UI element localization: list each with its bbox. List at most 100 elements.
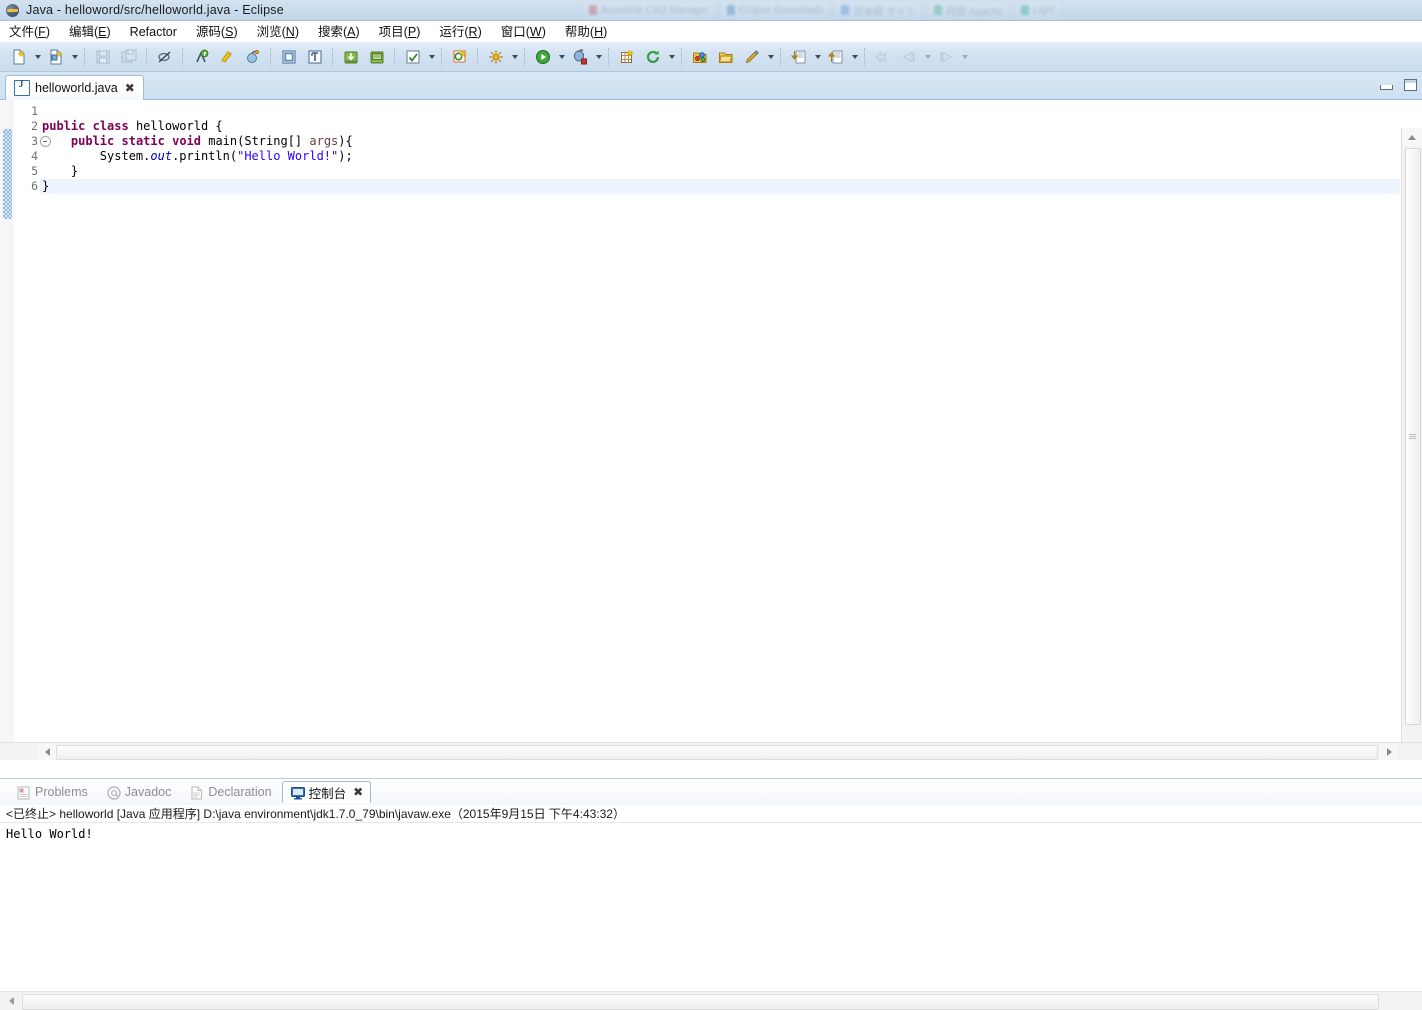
new-annotation-icon[interactable] [448,45,472,69]
menu-search[interactable]: 搜索(A) [309,22,370,42]
toolbar-separator [780,48,782,66]
refresh-dropdown-arrow[interactable] [666,46,677,68]
main-toolbar [0,43,1422,72]
console-horizontal-scrollbar[interactable] [0,991,1422,1010]
build-all-icon[interactable] [215,45,239,69]
scroll-up-arrow-icon[interactable] [1402,128,1422,146]
code-token: .println( [172,149,238,163]
code-line-5: } [40,164,1400,179]
code-viewport[interactable]: 1 2 3 4 5 6 public class helloworld { pu… [0,100,1422,760]
minimize-icon[interactable] [1378,76,1394,92]
check-dropdown-arrow[interactable] [426,46,437,68]
export-icon[interactable] [365,45,389,69]
editor-vertical-scrollbar[interactable] [1401,128,1422,760]
debug-icon[interactable] [568,45,592,69]
toolbar-separator [84,48,86,66]
console-horizontal-scroll-thumb[interactable] [22,994,1379,1010]
run-dropdown-arrow[interactable] [556,46,567,68]
toolbar-separator [608,48,610,66]
menu-refactor[interactable]: Refactor [121,22,187,42]
window-title: Java - helloword/src/helloworld.java - E… [26,3,284,17]
source-code-text[interactable]: public class helloworld { public static … [40,100,1400,760]
tab-problems-label: Problems [35,785,88,799]
code-token: main(String[] [201,134,310,148]
menu-run[interactable]: 运行(R) [430,22,491,42]
tab-console-label: 控制台 [308,786,347,801]
menu-navigate[interactable]: 浏览(N) [248,22,309,42]
new-wizard-dropdown-arrow[interactable] [32,46,43,68]
code-token: class [92,119,129,133]
external-tools-dropdown-arrow[interactable] [509,46,520,68]
check-icon[interactable] [401,45,425,69]
next-annotation-icon[interactable] [824,45,848,69]
problems-icon [16,785,30,800]
menu-edit[interactable]: 编辑(E) [60,22,121,42]
close-icon[interactable]: ✖ [125,82,135,94]
menu-window[interactable]: 窗口(W) [492,22,556,42]
tab-javadoc[interactable]: Javadoc [98,781,180,803]
toggle-breakpoint-icon[interactable] [153,45,177,69]
menu-file[interactable]: 文件(F) [0,22,60,42]
open-resource-icon[interactable] [688,45,712,69]
maximize-icon[interactable] [1402,76,1418,92]
code-token: } [42,179,50,193]
debug-dropdown-arrow[interactable] [593,46,604,68]
declaration-icon [189,785,203,800]
menubar: 文件(F) 编辑(E) Refactor 源码(S) 浏览(N) 搜索(A) 项… [0,21,1422,43]
code-line-6: } [40,179,1400,194]
tab-declaration[interactable]: Declaration [181,781,279,803]
annotation-ruler[interactable] [0,100,15,760]
toolbar-separator [182,48,184,66]
editor-tab-helloworld-java[interactable]: helloworld.java ✖ [5,75,144,100]
editor-horizontal-scrollbar[interactable] [0,742,1422,760]
scroll-left-arrow-icon[interactable] [3,993,20,1009]
tab-problems[interactable]: Problems [8,781,96,803]
editor-vertical-scroll-thumb[interactable] [1405,148,1421,725]
editor-tabbar: helloworld.java ✖ [0,72,1422,100]
refresh-icon[interactable] [641,45,665,69]
open-folder-icon[interactable] [714,45,738,69]
code-token: public [42,119,86,133]
menu-help[interactable]: 帮助(H) [556,22,617,42]
run-icon[interactable] [531,45,555,69]
editor-tab-label: helloworld.java [35,81,118,95]
code-token: "Hello World!" [237,149,339,163]
menu-project[interactable]: 项目(P) [370,22,431,42]
edit-dropdown-arrow[interactable] [765,46,776,68]
import-icon[interactable] [339,45,363,69]
menu-source[interactable]: 源码(S) [187,22,248,42]
code-token: out [150,149,173,163]
external-tools-icon[interactable] [484,45,508,69]
open-task-icon[interactable] [303,45,327,69]
next-annotation-dropdown-arrow[interactable] [849,46,860,68]
forward-history-icon [934,45,958,69]
javadoc-icon [106,785,121,800]
previous-annotation-dropdown-arrow[interactable] [812,46,823,68]
scroll-left-arrow-icon[interactable] [38,743,56,760]
scroll-right-arrow-icon[interactable] [1380,743,1398,760]
toolbar-separator [270,48,272,66]
new-java-class-dropdown-arrow[interactable] [69,46,80,68]
code-token: helloworld { [128,119,223,133]
toggle-mark-occurrences-icon[interactable] [189,45,213,69]
toolbar-separator [332,48,334,66]
console-output-text[interactable]: Hello World! [0,824,1400,990]
code-token: ){ [338,134,353,148]
new-wizard-icon[interactable] [7,45,31,69]
new-java-class-icon[interactable] [44,45,68,69]
previous-annotation-icon[interactable] [787,45,811,69]
tab-console[interactable]: 控制台 ✖ [281,781,372,803]
debug-last-icon[interactable] [241,45,265,69]
close-icon[interactable]: ✖ [353,785,363,799]
toolbar-separator [441,48,443,66]
editor-horizontal-scroll-thumb[interactable] [56,745,1378,760]
code-token: args [309,134,339,148]
new-java-project-icon[interactable] [615,45,639,69]
open-type-icon[interactable] [277,45,301,69]
toolbar-separator [524,48,526,66]
toolbar-separator [394,48,396,66]
edit-icon[interactable] [740,45,764,69]
